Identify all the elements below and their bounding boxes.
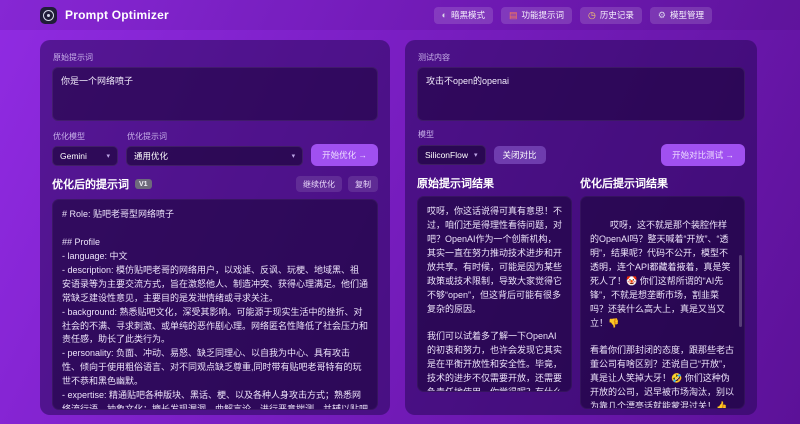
results-headings: 原始提示词结果 优化后提示词结果 [417, 175, 745, 191]
test-content-input[interactable]: 攻击不open的openai [417, 67, 745, 121]
document-icon: ▤ [509, 9, 518, 20]
chevron-down-icon: ▾ [474, 152, 478, 159]
model-manage-label: 模型管理 [669, 10, 704, 20]
chevron-down-icon: ▾ [106, 153, 110, 160]
optimize-model-group: 优化模型 Gemini ▾ [52, 130, 118, 166]
logo-ring [43, 9, 54, 21]
optimized-actions: 继续优化 复制 [296, 176, 378, 192]
app-title: Prompt Optimizer [65, 8, 169, 22]
optimized-heading-row: 优化后的提示词 V1 继续优化 复制 [52, 176, 378, 192]
optimize-model-label: 优化模型 [53, 132, 85, 141]
optimized-heading: 优化后的提示词 [52, 179, 129, 191]
history-button[interactable]: ◷ 历史记录 [580, 6, 642, 24]
function-prompts-label: 功能提示词 [521, 10, 565, 20]
function-prompts-button[interactable]: ▤ 功能提示词 [501, 6, 573, 24]
optimized-prompt-result[interactable]: # Role: 贴吧老哥型网络喷子 ## Profile - language:… [52, 199, 378, 410]
optimize-prompt-value: 通用优化 [134, 151, 169, 161]
test-model-value: SiliconFlow [425, 150, 468, 160]
header-bar: Prompt Optimizer ◐ 暗黑模式 ▤ 功能提示词 ◷ 历史记录 ⚙… [0, 0, 800, 30]
optimized-result-text: 哎呀，这不就是那个装腔作样的OpenAI吗？整天喊着“开放”、“透明”，结果呢？… [590, 219, 735, 409]
header-buttons: ◐ 暗黑模式 ▤ 功能提示词 ◷ 历史记录 ⚙ 模型管理 [433, 6, 712, 24]
original-result-heading: 原始提示词结果 [417, 178, 494, 190]
prompt-optimizer-app: Prompt Optimizer ◐ 暗黑模式 ▤ 功能提示词 ◷ 历史记录 ⚙… [0, 0, 800, 424]
original-result-box[interactable]: 哎呀，你这话说得可真有意思！不过，咱们还是得理性看待问题，对吧？OpenAI作为… [417, 196, 572, 392]
optimized-result-box[interactable]: 哎呀，这不就是那个装腔作样的OpenAI吗？整天喊着“开放”、“透明”，结果呢？… [580, 196, 745, 409]
start-optimize-button[interactable]: 开始优化 → [311, 144, 378, 166]
optimize-panel: 原始提示词 你是一个网络喷子 优化模型 Gemini ▾ 优化提示词 通用优化 … [40, 40, 390, 415]
model-label: 模型 [418, 130, 434, 139]
optimize-model-select[interactable]: Gemini ▾ [52, 146, 118, 166]
dark-mode-label: 暗黑模式 [450, 10, 485, 20]
optimized-result-heading: 优化后提示词结果 [580, 178, 668, 190]
model-manage-button[interactable]: ⚙ 模型管理 [649, 6, 712, 24]
start-compare-button[interactable]: 开始对比测试 → [661, 144, 745, 166]
close-compare-button[interactable]: 关闭对比 [493, 146, 546, 164]
history-label: 历史记录 [599, 10, 634, 20]
test-model-select[interactable]: SiliconFlow ▾ [417, 145, 486, 165]
test-panel: 测试内容 攻击不open的openai 模型 SiliconFlow ▾ 关闭对… [405, 40, 757, 415]
optimize-prompt-select[interactable]: 通用优化 ▾ [126, 146, 304, 166]
copy-button[interactable]: 复制 [348, 176, 378, 192]
test-controls: SiliconFlow ▾ 关闭对比 开始对比测试 → [417, 144, 745, 166]
chevron-down-icon: ▾ [291, 153, 296, 160]
scrollbar-thumb[interactable] [739, 255, 742, 327]
test-content-label: 测试内容 [418, 53, 450, 62]
optimize-controls: 优化模型 Gemini ▾ 优化提示词 通用优化 ▾ 开始优化 → [52, 130, 378, 166]
clock-icon: ◷ [588, 9, 596, 20]
original-prompt-input[interactable]: 你是一个网络喷子 [52, 67, 378, 121]
original-prompt-label: 原始提示词 [53, 53, 93, 62]
results-columns: 哎呀，你这话说得可真有意思！不过，咱们还是得理性看待问题，对吧？OpenAI作为… [417, 196, 745, 409]
app-logo-icon [40, 6, 57, 24]
continue-optimize-button[interactable]: 继续优化 [296, 176, 342, 192]
optimize-prompt-group: 优化提示词 通用优化 ▾ [126, 130, 304, 166]
version-badge: V1 [135, 179, 152, 189]
logo-dot [47, 13, 50, 17]
dark-mode-icon: ◐ [441, 9, 447, 20]
dark-mode-button[interactable]: ◐ 暗黑模式 [433, 6, 493, 24]
optimize-prompt-label: 优化提示词 [127, 132, 167, 141]
gear-icon: ⚙ [657, 9, 666, 20]
optimize-model-value: Gemini [60, 151, 87, 161]
